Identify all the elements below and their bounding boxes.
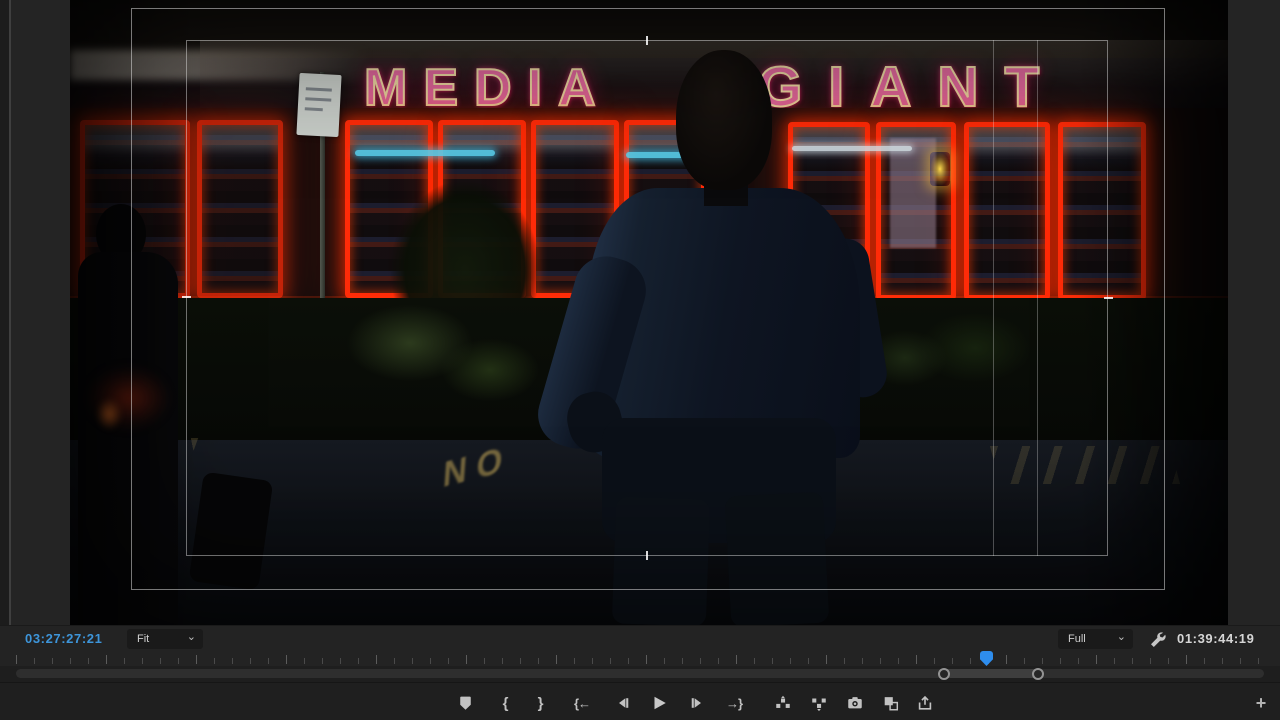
button-editor-button[interactable]: + — [1248, 690, 1274, 716]
go-to-in-button[interactable]: {← — [569, 690, 595, 716]
monitor-left-gutter — [11, 0, 70, 625]
settings-button[interactable] — [1148, 630, 1168, 650]
step-forward-button[interactable] — [684, 690, 710, 716]
play-icon — [650, 694, 668, 712]
go-to-out-button[interactable]: →} — [721, 690, 747, 716]
scrollbar-handle[interactable] — [943, 669, 1038, 678]
zoom-level-select[interactable]: Fit ⌄ — [127, 629, 203, 649]
playback-resolution-value: Full — [1068, 633, 1086, 645]
lift-icon — [774, 694, 792, 712]
ruler-major-ticks — [16, 655, 1270, 664]
marker-icon — [457, 694, 474, 712]
step-back-button[interactable] — [610, 690, 636, 716]
scrollbar-knob-right[interactable] — [1032, 668, 1044, 680]
play-button[interactable] — [646, 690, 672, 716]
playback-resolution-select[interactable]: Full ⌄ — [1058, 629, 1133, 649]
go-to-out-icon: →} — [726, 696, 742, 711]
add-marker-button[interactable] — [452, 690, 478, 716]
go-to-in-icon: {← — [574, 696, 590, 711]
zoom-scrollbar — [0, 666, 1280, 682]
zoom-level-value: Fit — [137, 633, 149, 645]
step-forward-icon — [689, 695, 705, 711]
duration-timecode: 01:39:44:19 — [1177, 631, 1254, 646]
export-frame-button[interactable] — [842, 690, 868, 716]
chevron-down-icon: ⌄ — [1117, 627, 1126, 647]
mark-out-button[interactable]: } — [527, 690, 553, 716]
lift-button[interactable] — [770, 690, 796, 716]
comparison-view-button[interactable] — [878, 690, 904, 716]
extract-button[interactable] — [806, 690, 832, 716]
scrollbar-track[interactable] — [16, 669, 1264, 678]
mark-in-button[interactable]: { — [492, 690, 518, 716]
extract-icon — [810, 694, 828, 712]
mark-in-icon: { — [503, 695, 508, 712]
export-icon — [916, 694, 934, 712]
scene-vignette — [70, 0, 1228, 625]
camera-icon — [846, 694, 864, 712]
monitor-right-gutter — [1228, 0, 1280, 625]
mark-out-icon: } — [538, 695, 543, 712]
plus-icon: + — [1256, 693, 1267, 714]
current-timecode[interactable]: 03:27:27:21 — [25, 631, 102, 646]
transport-bar: { } {← →} — [0, 682, 1280, 720]
scrollbar-knob-left[interactable] — [938, 668, 950, 680]
monitor-controls-row: 03:27:27:21 Fit ⌄ Full ⌄ 01:39:44:19 — [0, 625, 1280, 651]
chevron-down-icon: ⌄ — [187, 627, 196, 647]
step-back-icon — [615, 695, 631, 711]
wrench-icon — [1148, 630, 1168, 650]
left-panel-edge — [0, 0, 9, 625]
program-monitor-panel: MEDIA GIANT NO — [0, 0, 1280, 720]
time-ruler[interactable] — [0, 651, 1280, 667]
export-button[interactable] — [912, 690, 938, 716]
video-preview[interactable]: MEDIA GIANT NO — [70, 0, 1228, 625]
comparison-view-icon — [882, 694, 900, 712]
